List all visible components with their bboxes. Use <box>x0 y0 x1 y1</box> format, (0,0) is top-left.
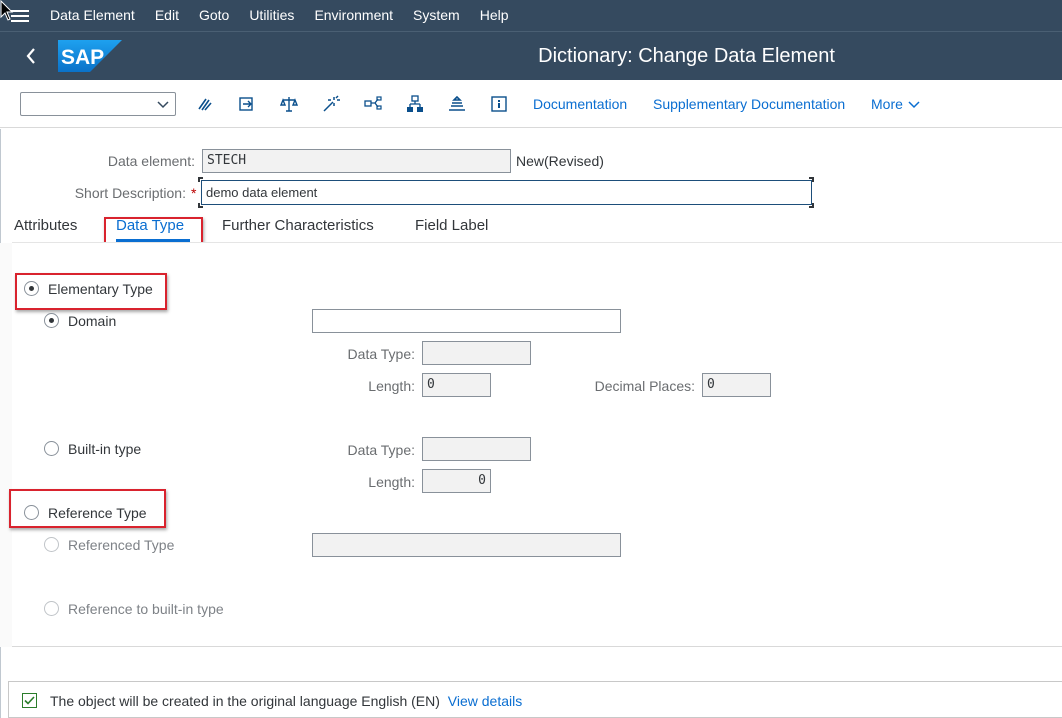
decimal-places-field: 0 <box>702 373 771 397</box>
activate-icon[interactable] <box>320 93 342 115</box>
tab-field-label[interactable]: Field Label <box>415 217 488 234</box>
referenced-type-field <box>312 533 621 557</box>
object-list-icon[interactable] <box>404 93 426 115</box>
domain-radio[interactable] <box>44 313 59 328</box>
builtin-data-type-label: Data Type: <box>347 442 415 458</box>
info-icon[interactable] <box>488 93 510 115</box>
domain-data-type-label: Data Type: <box>347 346 415 362</box>
chevron-down-icon[interactable] <box>155 96 171 112</box>
tab-attributes[interactable]: Attributes <box>14 217 77 234</box>
sap-logo[interactable]: SAP <box>58 40 122 72</box>
domain-length-field: 0 <box>422 373 491 397</box>
supplementary-documentation-button[interactable]: Supplementary Documentation <box>653 96 845 112</box>
where-used-icon[interactable] <box>362 93 384 115</box>
chevron-down-icon <box>908 101 920 109</box>
other-object-icon[interactable] <box>194 93 216 115</box>
referenced-type-radio[interactable] <box>44 537 59 552</box>
menu-data-element[interactable]: Data Element <box>40 0 145 31</box>
focus-corner <box>809 177 814 182</box>
back-button[interactable] <box>16 44 46 68</box>
chevron-left-icon <box>26 48 35 64</box>
builtin-type-label: Built-in type <box>68 441 142 457</box>
documentation-button[interactable]: Documentation <box>533 96 627 112</box>
reference-builtin-radio[interactable] <box>44 601 59 616</box>
checkmark-icon <box>24 696 35 705</box>
annotation-highlight <box>15 273 167 310</box>
builtin-length-label: Length: <box>368 474 415 490</box>
view-details-link[interactable]: View details <box>448 693 522 709</box>
required-marker: * <box>191 185 197 201</box>
mouse-cursor-icon <box>0 0 14 21</box>
menu-goto[interactable]: Goto <box>189 0 239 31</box>
domain-data-type-field <box>422 341 531 365</box>
check-icon[interactable] <box>278 93 300 115</box>
domain-input[interactable] <box>312 309 621 333</box>
annotation-highlight <box>9 489 166 528</box>
data-type-panel <box>12 243 1062 647</box>
page-title: Dictionary: Change Data Element <box>538 45 835 67</box>
svg-text:SAP: SAP <box>61 46 104 69</box>
message-checkbox[interactable] <box>22 693 37 708</box>
menu-environment[interactable]: Environment <box>304 0 403 31</box>
more-button[interactable]: More <box>871 96 921 112</box>
referenced-type-label: Referenced Type <box>68 537 175 553</box>
message-text: The object will be created in the origin… <box>50 693 523 709</box>
menu-utilities[interactable]: Utilities <box>239 0 304 31</box>
shell-header: SAP Dictionary: Change Data Element <box>0 31 1062 80</box>
domain-label: Domain <box>68 313 117 329</box>
message-bar: The object will be created in the origin… <box>8 681 1062 718</box>
short-description-input[interactable]: demo data element <box>201 180 812 205</box>
focus-corner <box>809 203 814 208</box>
menu-help[interactable]: Help <box>470 0 519 31</box>
short-description-label: Short Description: <box>74 185 186 201</box>
reference-builtin-label: Reference to built-in type <box>68 601 224 617</box>
display-navigation-icon[interactable] <box>446 93 468 115</box>
focus-corner <box>198 203 203 208</box>
data-element-field[interactable]: STECH <box>202 149 511 173</box>
builtin-data-type-field <box>422 437 531 461</box>
builtin-length-field: 0 <box>422 469 491 493</box>
tab-further-characteristics[interactable]: Further Characteristics <box>222 217 374 234</box>
status-text: New(Revised) <box>516 153 604 169</box>
display-change-icon[interactable] <box>236 93 258 115</box>
decimal-places-label: Decimal Places: <box>594 378 695 394</box>
focus-corner <box>198 177 203 182</box>
menu-system[interactable]: System <box>403 0 470 31</box>
command-field[interactable] <box>20 92 176 116</box>
pane-gutter <box>0 243 12 647</box>
data-element-label: Data element: <box>107 153 195 169</box>
menu-edit[interactable]: Edit <box>145 0 189 31</box>
menu-bar: Data Element Edit Goto Utilities Environ… <box>0 0 1062 31</box>
domain-length-label: Length: <box>368 378 415 394</box>
builtin-type-radio[interactable] <box>44 441 59 456</box>
